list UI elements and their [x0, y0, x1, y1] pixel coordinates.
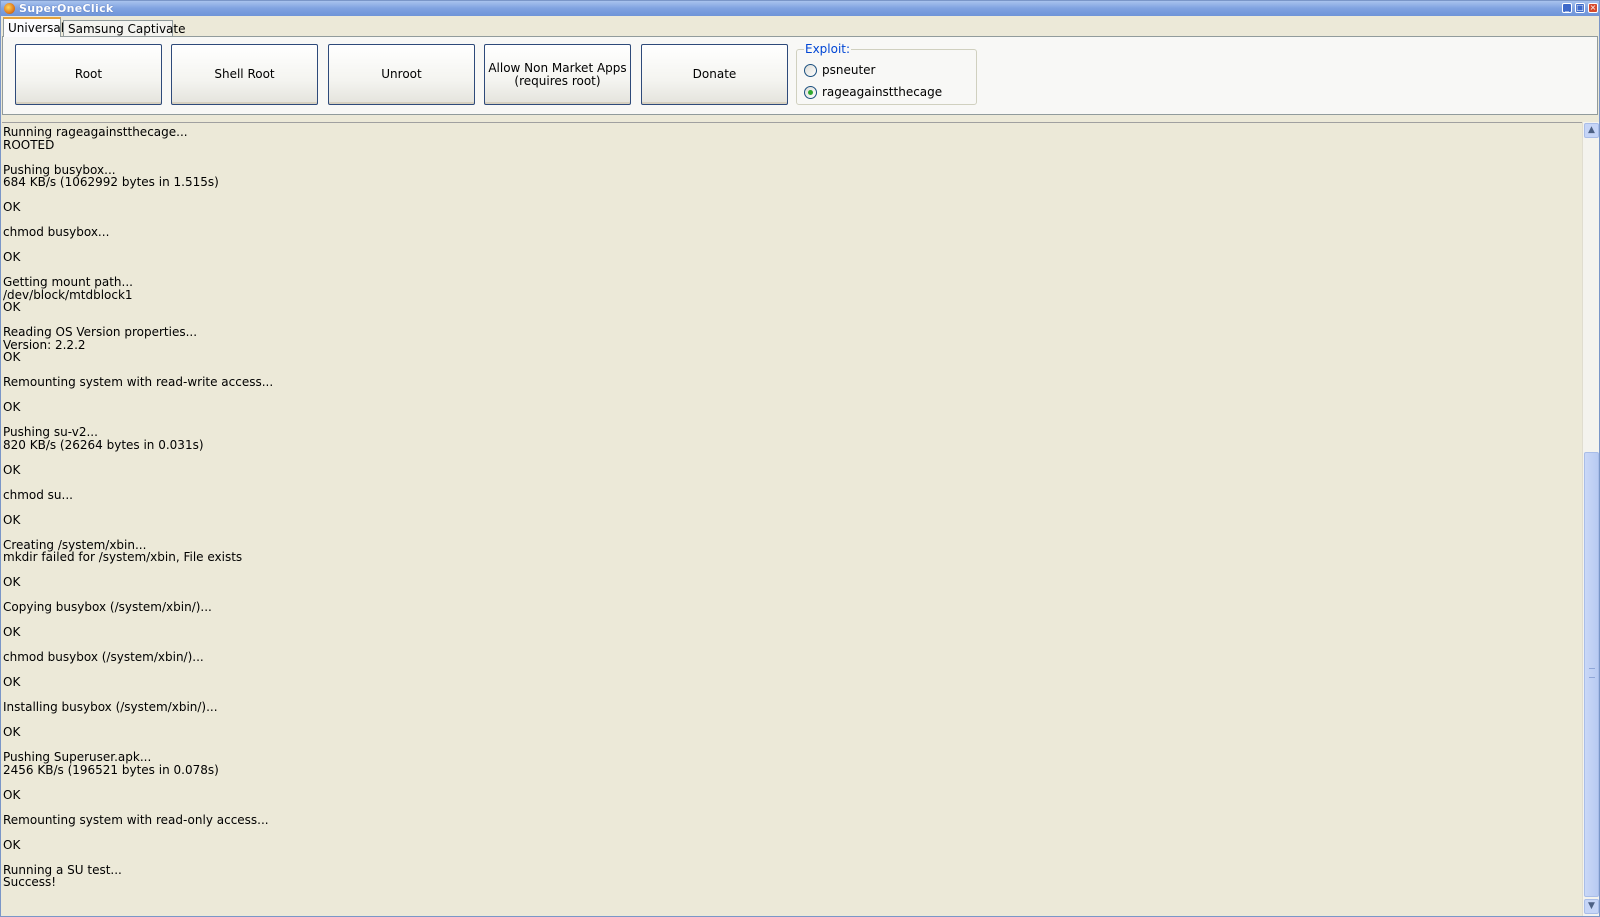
log-line: OK [3, 400, 21, 414]
log-line: OK [3, 250, 21, 264]
log-line: OK [3, 512, 21, 527]
log-line: /dev/block/mtdblock1 [3, 287, 133, 302]
exploit-option-label: psneuter [822, 63, 876, 77]
log-line: OK [3, 837, 21, 852]
log-line: OK [3, 725, 21, 739]
log-line: OK [3, 462, 21, 477]
log-line: chmod su... [3, 487, 73, 502]
log-line: Running a SU test... [3, 862, 122, 877]
log-line: 684 KB/s (1062992 bytes in 1.515s) [3, 175, 219, 189]
exploit-legend: Exploit: [804, 42, 852, 56]
log-line: OK [3, 625, 21, 639]
close-button[interactable]: × [1588, 3, 1598, 13]
log-line: 2456 KB/s (196521 bytes in 0.078s) [3, 762, 219, 777]
log-output[interactable]: Running rageagainstthecage... ROOTED Pushi… [2, 122, 1582, 916]
log-line: OK [3, 350, 21, 364]
log-line: Running rageagainstthecage... [3, 125, 188, 139]
log-lines: Running rageagainstthecage... ROOTED Pushi… [2, 123, 1582, 889]
donate-button[interactable]: Donate [641, 44, 788, 105]
tab-samsung-captivate[interactable]: Samsung Captivate [63, 20, 186, 37]
log-line: ROOTED [3, 137, 55, 152]
maximize-button[interactable]: □ [1575, 3, 1585, 13]
scroll-up-button[interactable]: ▲ [1584, 123, 1599, 138]
log-line: Pushing su-v2... [3, 425, 98, 439]
log-line: 820 KB/s (26264 bytes in 0.031s) [3, 437, 204, 452]
log-line: Version: 2.2.2 [3, 337, 86, 352]
app-window: SuperOneClick _ □ × Universal Samsung Ca… [0, 0, 1600, 917]
exploit-option-label: rageagainstthecage [822, 85, 943, 99]
log-line: Remounting system with read-only access.… [3, 812, 269, 827]
chevron-up-icon: ▲ [1588, 125, 1595, 135]
maximize-icon: □ [1576, 3, 1584, 12]
radio-psneuter[interactable] [804, 63, 817, 77]
title-bar[interactable]: SuperOneClick _ □ × [1, 1, 1599, 16]
log-line: Getting mount path... [3, 275, 133, 289]
close-icon: × [1589, 3, 1597, 12]
log-line: Pushing busybox... [3, 162, 116, 177]
allow-non-market-apps-button[interactable]: Allow Non Market Apps (requires root) [484, 44, 631, 105]
log-scrollbar[interactable]: ▲ ▼ [1582, 122, 1599, 916]
log-line: OK [3, 787, 21, 802]
scroll-down-button[interactable]: ▼ [1584, 899, 1599, 914]
log-line: Success! [3, 875, 57, 889]
radio-rageagainstthecage[interactable] [804, 85, 817, 99]
app-icon [4, 3, 15, 14]
log-line: chmod busybox... [3, 225, 110, 239]
scrollbar-thumb[interactable] [1584, 452, 1599, 897]
grip-icon [1589, 668, 1595, 678]
exploit-option-psneuter[interactable]: psneuter [804, 62, 875, 78]
log-line: chmod busybox (/system/xbin/)... [3, 650, 204, 664]
minimize-button[interactable]: _ [1562, 3, 1572, 13]
log-line: Remounting system with read-write access… [3, 375, 274, 389]
log-line: Reading OS Version properties... [3, 325, 198, 339]
log-line: Installing busybox (/system/xbin/)... [3, 700, 218, 714]
log-line: OK [3, 575, 21, 589]
exploit-option-rageagainstthecage[interactable]: rageagainstthecage [804, 84, 942, 100]
log-line: OK [3, 300, 21, 314]
tab-panel-universal: Root Shell Root Unroot Allow Non Market … [2, 36, 1598, 115]
log-line: Copying busybox (/system/xbin/)... [3, 600, 212, 614]
exploit-group: Exploit: psneuter rageagainstthecage [796, 42, 977, 105]
chevron-down-icon: ▼ [1588, 901, 1595, 911]
window-title: SuperOneClick [19, 2, 114, 15]
root-button[interactable]: Root [15, 44, 162, 105]
log-line: OK [3, 675, 21, 689]
tab-universal[interactable]: Universal [3, 17, 64, 37]
log-line: OK [3, 200, 21, 214]
log-line: Pushing Superuser.apk... [3, 750, 152, 764]
log-line: mkdir failed for /system/xbin, File exis… [3, 550, 243, 564]
shell-root-button[interactable]: Shell Root [171, 44, 318, 105]
minimize-icon: _ [1565, 3, 1569, 12]
unroot-button[interactable]: Unroot [328, 44, 475, 105]
